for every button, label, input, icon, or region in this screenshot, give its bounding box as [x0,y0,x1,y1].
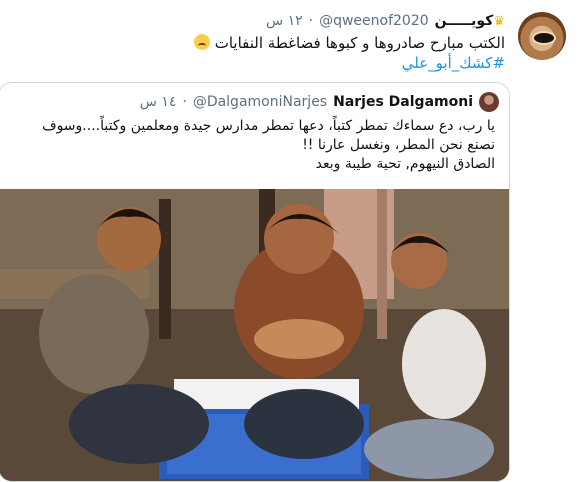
crying-face-icon [193,34,210,50]
tweet-header: كويـــــن♛ @qweenof2020 · ١٢ س [266,10,505,32]
hashtag-link[interactable]: #كشك_أبو_علي [402,54,505,72]
photo-illustration [0,189,509,481]
separator-dot: · [182,94,187,110]
quoted-text-line: نصنع نحن المطر، ونغسل عارنا !! [302,137,495,153]
tweet-text-line: الكتب مبارح صادروها و كبوها فضاغطة النفا… [214,34,505,52]
crown-icon: ♛ [493,14,505,29]
separator-dot: · [308,13,314,29]
display-name[interactable]: كويـــــن♛ [435,13,505,29]
timestamp[interactable]: ١٢ س [266,13,303,29]
quoted-tweet-text: يا رب، دع سماءك تمطر كتباً، دعها تمطر مد… [15,117,495,174]
eye-graphic [532,31,556,45]
quoted-text-line: الصادق النيهوم, تحية طيبة وبعد [315,156,495,172]
tweet[interactable]: كويـــــن♛ @qweenof2020 · ١٢ س الكتب مبا… [0,0,587,482]
avatar[interactable] [518,12,566,60]
quoted-tweet[interactable]: Narjes Dalgamoni @DalgamoniNarjes · ١٤ س… [0,82,510,482]
quoted-avatar[interactable] [479,92,499,112]
quoted-tweet-header: Narjes Dalgamoni @DalgamoniNarjes · ١٤ س [140,91,499,113]
quoted-photo[interactable] [0,189,509,481]
quoted-timestamp[interactable]: ١٤ س [140,94,177,110]
quoted-text-line: يا رب، دع سماءك تمطر كتباً، دعها تمطر مد… [42,118,495,134]
handle[interactable]: @qweenof2020 [319,13,429,29]
quoted-display-name[interactable]: Narjes Dalgamoni [333,94,473,110]
tweet-text: الكتب مبارح صادروها و كبوها فضاغطة النفا… [65,33,505,73]
quoted-handle[interactable]: @DalgamoniNarjes [193,94,327,110]
